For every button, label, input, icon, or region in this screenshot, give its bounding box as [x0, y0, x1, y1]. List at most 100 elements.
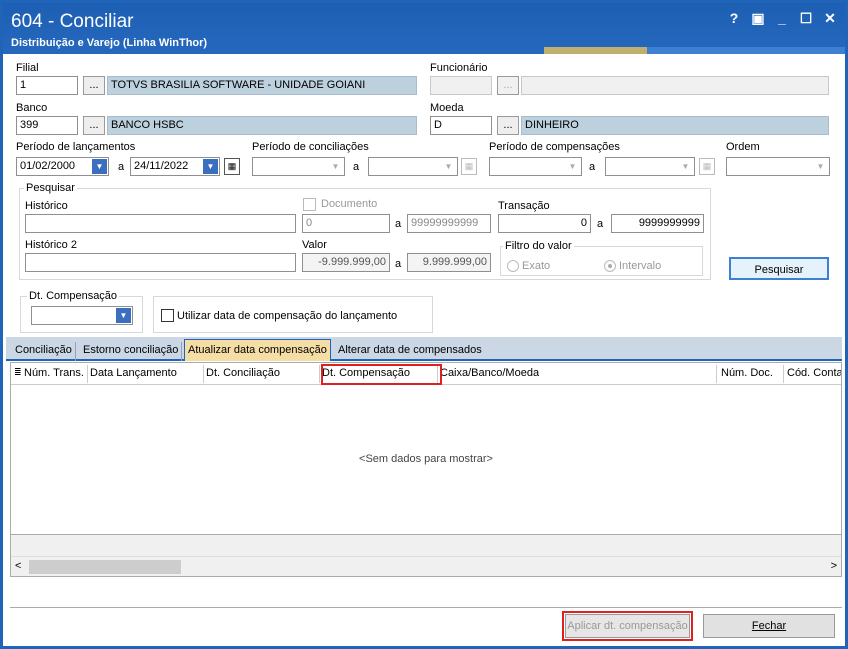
- help-icon[interactable]: ?: [727, 10, 741, 26]
- compensacoes-sep: a: [589, 161, 596, 173]
- calendar-icon[interactable]: ▦: [224, 158, 240, 175]
- periodo-lancamentos-label: Período de lançamentos: [16, 141, 136, 153]
- documento-from-input[interactable]: 0: [302, 214, 390, 233]
- funcionario-label: Funcionário: [430, 62, 488, 74]
- calendar-icon[interactable]: ▦: [699, 158, 715, 175]
- historico2-input[interactable]: [25, 253, 296, 272]
- fechar-button[interactable]: Fechar: [703, 614, 835, 638]
- restore-layout-icon[interactable]: ▣: [751, 10, 765, 26]
- col-separator: [716, 365, 717, 383]
- moeda-name-field: DINHEIRO: [521, 116, 829, 135]
- tab-strip: Conciliação Estorno conciliação Atualiza…: [6, 337, 842, 361]
- compensacoes-from-date[interactable]: ▼: [489, 157, 582, 176]
- tab-alterar-data-compensados[interactable]: Alterar data de compensados: [335, 342, 485, 361]
- documento-label: Documento: [321, 198, 378, 210]
- tab-estorno-conciliacao[interactable]: Estorno conciliação: [80, 342, 183, 361]
- minimize-icon[interactable]: _: [775, 10, 789, 26]
- filial-label: Filial: [16, 62, 39, 74]
- utilizar-data-label: Utilizar data de compensação do lançamen…: [177, 310, 398, 322]
- chevron-down-icon[interactable]: ▼: [565, 159, 580, 174]
- close-icon[interactable]: ✕: [823, 10, 837, 26]
- historico-input[interactable]: [25, 214, 296, 233]
- lancamentos-from-date[interactable]: 01/02/2000 ▼: [16, 157, 109, 176]
- scroll-thumb[interactable]: [29, 560, 181, 574]
- documento-to-input[interactable]: 99999999999: [407, 214, 491, 233]
- funcionario-name-field: [521, 76, 829, 95]
- main-window: 604 - Conciliar Distribuição e Varejo (L…: [0, 0, 848, 649]
- col-caixa-banco-moeda[interactable]: Caixa/Banco/Moeda: [440, 367, 539, 379]
- ordem-label: Ordem: [726, 141, 760, 153]
- chevron-down-icon[interactable]: ▼: [92, 159, 107, 174]
- window-title: 604 - Conciliar: [11, 11, 134, 32]
- banco-code-input[interactable]: 399: [16, 116, 78, 135]
- historico-label: Histórico: [25, 200, 68, 212]
- chevron-down-icon[interactable]: ▼: [441, 159, 456, 174]
- documento-checkbox[interactable]: [303, 198, 316, 211]
- moeda-lookup-button[interactable]: ...: [497, 116, 519, 135]
- exato-radio[interactable]: [507, 260, 519, 272]
- filter-form: Filial 1 ... TOTVS BRASILIA SOFTWARE - U…: [10, 55, 842, 337]
- conciliacoes-to-date[interactable]: ▼: [368, 157, 458, 176]
- filial-lookup-button[interactable]: ...: [83, 76, 105, 95]
- col-num-trans[interactable]: Núm. Trans.: [24, 367, 84, 379]
- valor-to-input[interactable]: 9.999.999,00: [407, 253, 491, 272]
- transacao-from-input[interactable]: 0: [498, 214, 591, 233]
- conciliacoes-sep: a: [353, 161, 360, 173]
- col-separator: [87, 365, 88, 383]
- chevron-down-icon[interactable]: ▼: [203, 159, 218, 174]
- col-data-lancamento[interactable]: Data Lançamento: [90, 367, 177, 379]
- banco-lookup-button[interactable]: ...: [83, 116, 105, 135]
- compensacoes-to-date[interactable]: ▼: [605, 157, 695, 176]
- empty-grid-message: <Sem dados para mostrar>: [359, 453, 493, 465]
- horizontal-scrollbar[interactable]: < >: [11, 556, 841, 576]
- col-separator: [783, 365, 784, 383]
- col-cod-conta[interactable]: Cód. Conta: [787, 367, 841, 379]
- pesquisar-button[interactable]: Pesquisar: [729, 257, 829, 280]
- scroll-left-icon[interactable]: <: [15, 560, 21, 572]
- col-separator: [203, 365, 204, 383]
- historico2-label: Histórico 2: [25, 239, 77, 251]
- calendar-icon[interactable]: ▦: [461, 158, 477, 175]
- chevron-down-icon[interactable]: ▼: [116, 308, 131, 323]
- title-accent: [647, 47, 845, 54]
- col-num-doc[interactable]: Núm. Doc.: [721, 367, 773, 379]
- tab-conciliacao[interactable]: Conciliação: [12, 342, 76, 361]
- intervalo-label: Intervalo: [619, 260, 662, 272]
- moeda-label: Moeda: [430, 102, 464, 114]
- conciliacoes-from-date[interactable]: ▼: [252, 157, 345, 176]
- banco-name-field: BANCO HSBC: [107, 116, 417, 135]
- column-chooser-icon[interactable]: ≣: [14, 367, 22, 378]
- transacao-sep: a: [597, 218, 604, 230]
- funcionario-lookup-button[interactable]: ...: [497, 76, 519, 95]
- grid-footer: [11, 534, 841, 556]
- valor-label: Valor: [302, 239, 327, 251]
- tab-atualizar-data-compensacao[interactable]: Atualizar data compensação: [184, 339, 331, 361]
- intervalo-radio[interactable]: [604, 260, 616, 272]
- window-subtitle: Distribuição e Varejo (Linha WinThor): [11, 37, 208, 49]
- transacao-label: Transação: [498, 200, 550, 212]
- dt-compensacao-date[interactable]: ▼: [31, 306, 133, 325]
- filial-code-input[interactable]: 1: [16, 76, 78, 95]
- exato-label: Exato: [522, 260, 551, 272]
- funcionario-code-input[interactable]: [430, 76, 492, 95]
- moeda-code-input[interactable]: D: [430, 116, 492, 135]
- col-dt-conciliacao[interactable]: Dt. Conciliação: [206, 367, 280, 379]
- valor-sep: a: [395, 258, 402, 270]
- periodo-compensacoes-label: Período de compensações: [489, 141, 620, 153]
- lancamentos-sep: a: [118, 161, 125, 173]
- chevron-down-icon[interactable]: ▼: [328, 159, 343, 174]
- ordem-select[interactable]: ▼: [726, 157, 830, 176]
- data-grid: ≣ Núm. Trans. Data Lançamento Dt. Concil…: [10, 362, 842, 577]
- valor-from-input[interactable]: -9.999.999,00: [302, 253, 390, 272]
- title-accent: [544, 47, 647, 54]
- documento-sep: a: [395, 218, 402, 230]
- transacao-to-input[interactable]: 9999999999: [611, 214, 704, 233]
- dt-compensacao-label: Dt. Compensação: [27, 290, 120, 302]
- chevron-down-icon[interactable]: ▼: [813, 159, 828, 174]
- lancamentos-to-date[interactable]: 24/11/2022 ▼: [130, 157, 220, 176]
- chevron-down-icon[interactable]: ▼: [678, 159, 693, 174]
- highlight-aplicar: [562, 611, 693, 641]
- maximize-icon[interactable]: ☐: [799, 10, 813, 26]
- scroll-right-icon[interactable]: >: [831, 560, 837, 572]
- utilizar-data-checkbox[interactable]: [161, 309, 174, 322]
